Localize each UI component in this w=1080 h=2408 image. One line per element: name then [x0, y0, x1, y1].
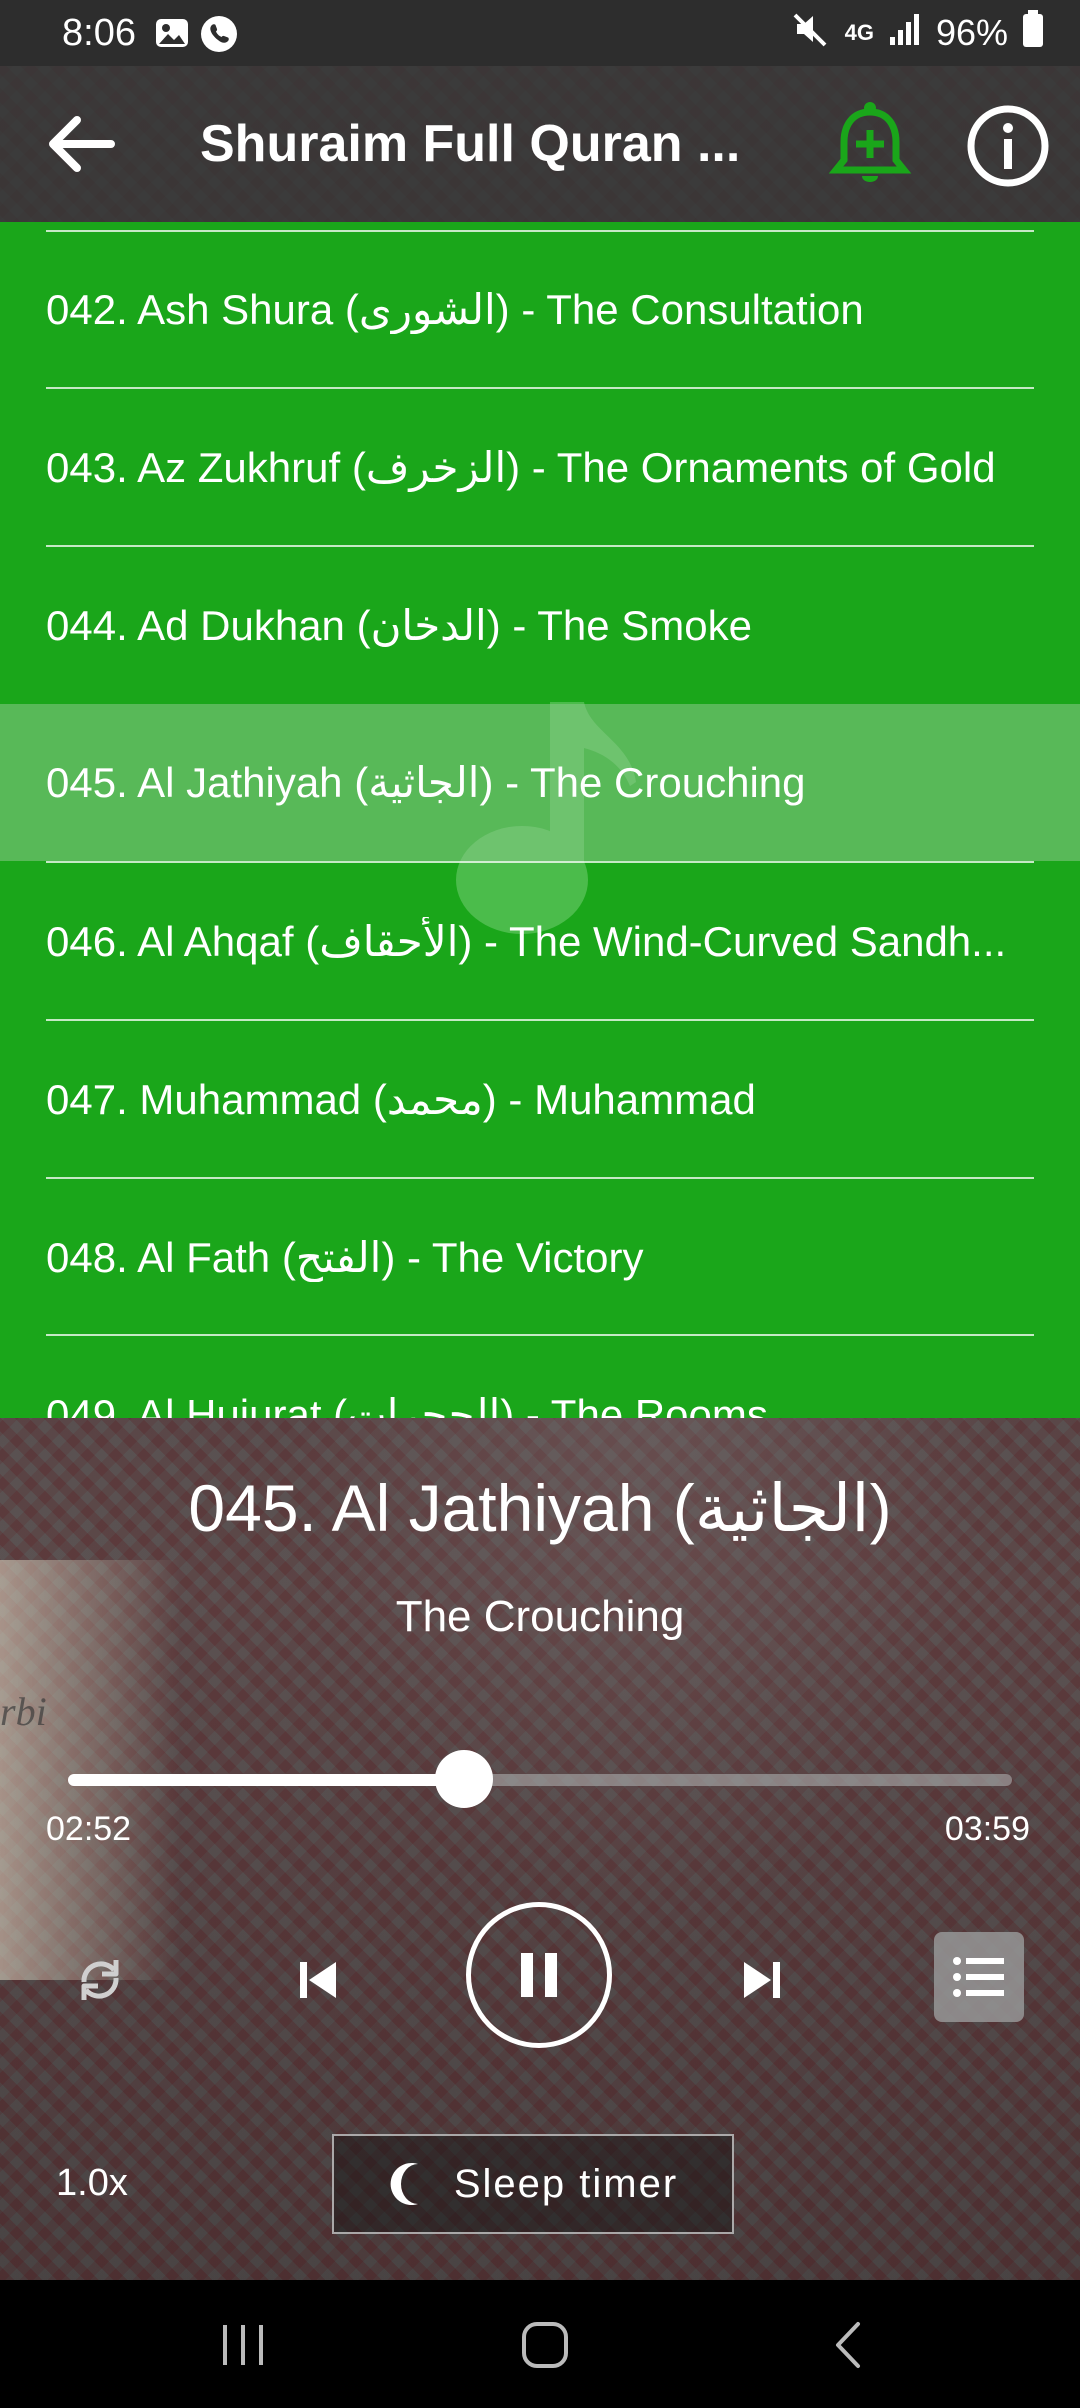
list-item[interactable]: 047. Muhammad (محمد) - Muhammad — [0, 1021, 1080, 1178]
list-item-label: 044. Ad Dukhan (الدخان) - The Smoke — [46, 602, 752, 649]
list-item-label: 045. Al Jathiyah (الجاثية) - The Crouchi… — [46, 759, 806, 806]
skip-previous-icon — [300, 1962, 336, 1998]
back-icon — [836, 2322, 860, 2368]
app-bar: Shuraim Full Quran ... — [0, 66, 1080, 222]
repeat-button[interactable] — [60, 1940, 140, 2020]
skip-next-icon — [744, 1962, 780, 1998]
back-arrow-icon — [49, 116, 115, 172]
pause-icon — [521, 1953, 557, 1997]
previous-button[interactable] — [278, 1940, 358, 2020]
list-item[interactable]: 049. Al Hujurat (الحجرات) - The Rooms — [0, 1336, 1080, 1418]
moon-icon — [390, 2163, 418, 2205]
now-playing-subtitle: The Crouching — [395, 1592, 685, 1641]
list-item-label: 049. Al Hujurat (الحجرات) - The Rooms — [46, 1391, 768, 1418]
gallery-icon — [154, 15, 190, 51]
seek-bar-progress — [68, 1774, 465, 1786]
background-text: rbi — [0, 1689, 47, 1734]
playlist: 042. Ash Shura (الشورى) - The Consultati… — [0, 222, 1080, 1418]
total-time: 03:59 — [944, 1810, 1030, 1848]
home-icon — [522, 2322, 568, 2368]
playback-speed-button[interactable]: 1.0x — [56, 2162, 128, 2205]
list-item[interactable]: 044. Ad Dukhan (الدخان) - The Smoke — [0, 547, 1080, 704]
status-right: 4G 96% — [791, 9, 1044, 58]
mute-icon — [791, 9, 831, 58]
list-item-label: 046. Al Ahqaf (الأحقاف) - The Wind-Curve… — [46, 918, 1007, 965]
nav-back-button[interactable] — [812, 2312, 882, 2378]
app-title: Shuraim Full Quran ... — [200, 115, 741, 173]
sleep-timer-label: Sleep timer — [453, 2161, 679, 2206]
playlist-icon — [953, 1957, 1004, 1997]
network-type: 4G — [844, 20, 874, 45]
status-time: 8:06 — [62, 11, 136, 54]
list-item[interactable]: 046. Al Ahqaf (الأحقاف) - The Wind-Curve… — [0, 863, 1080, 1020]
list-item-label: 048. Al Fath (الفتح) - The Victory — [46, 1234, 644, 1281]
add-alarm-bell-icon — [828, 102, 912, 182]
list-item-label: 042. Ash Shura (الشورى) - The Consultati… — [46, 286, 864, 333]
list-item[interactable]: 042. Ash Shura (الشورى) - The Consultati… — [0, 231, 1080, 388]
list-item-label: 047. Muhammad (محمد) - Muhammad — [46, 1076, 756, 1123]
battery-icon — [1022, 9, 1044, 57]
play-pause-button[interactable] — [466, 1902, 612, 2048]
repeat-icon — [81, 1960, 119, 2000]
battery-percent: 96% — [935, 12, 1008, 53]
info-icon — [967, 105, 1049, 187]
recent-apps-button[interactable] — [208, 2312, 278, 2378]
now-playing-title: 045. Al Jathiyah (الجاثية) — [188, 1471, 892, 1545]
recent-apps-icon — [223, 2325, 263, 2365]
list-item[interactable]: 048. Al Fath (الفتح) - The Victory — [0, 1179, 1080, 1336]
phone-icon — [200, 15, 237, 52]
next-button[interactable] — [722, 1940, 802, 2020]
list-item-active[interactable]: 045. Al Jathiyah (الجاثية) - The Crouchi… — [0, 704, 1080, 861]
sleep-timer-button[interactable]: Sleep timer — [332, 2134, 734, 2234]
current-time: 02:52 — [46, 1810, 132, 1848]
seek-bar[interactable] — [68, 1750, 1012, 1808]
status-bar: 8:06 4G 96% — [0, 0, 1080, 66]
home-button[interactable] — [510, 2312, 580, 2378]
add-alarm-button[interactable] — [828, 98, 912, 192]
system-nav-bar — [0, 2280, 1080, 2408]
info-button[interactable] — [966, 104, 1050, 188]
list-item[interactable]: 043. Az Zukhruf (الزخرف) - The Ornaments… — [0, 389, 1080, 546]
signal-icon — [888, 11, 922, 56]
playlist-button[interactable] — [934, 1932, 1024, 2022]
back-button[interactable] — [40, 104, 120, 184]
list-item-label: 043. Az Zukhruf (الزخرف) - The Ornaments… — [46, 444, 996, 491]
